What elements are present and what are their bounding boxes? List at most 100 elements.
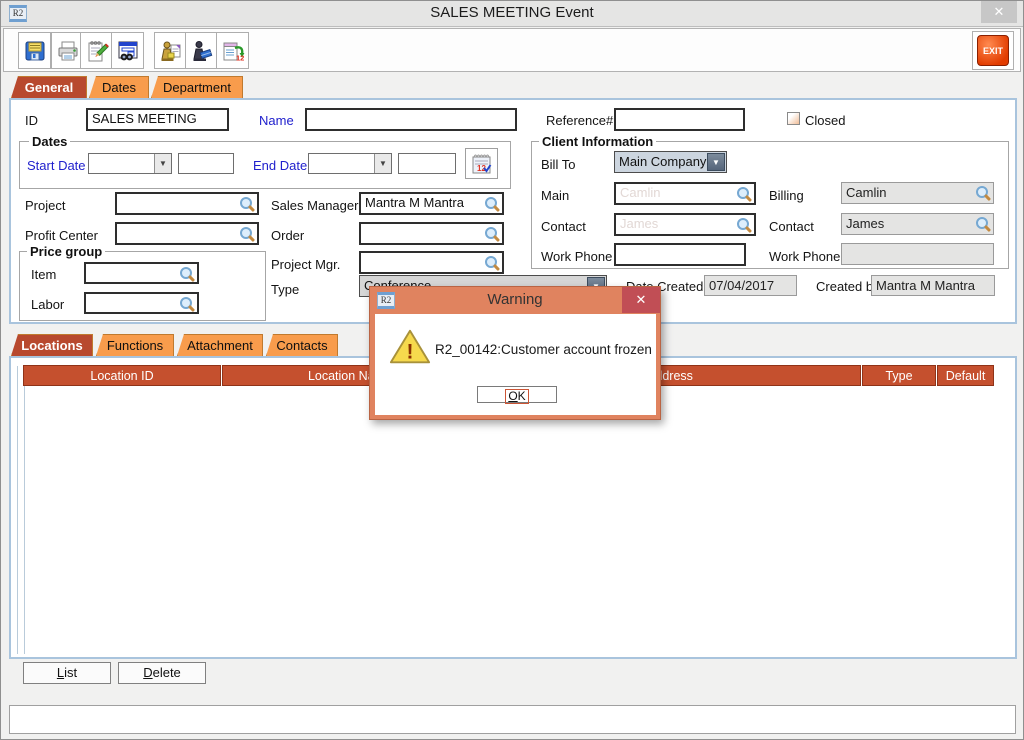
status-bar bbox=[9, 705, 1016, 734]
closed-checkbox[interactable] bbox=[787, 112, 800, 125]
project-mgr-field[interactable] bbox=[359, 251, 504, 274]
contact-report-button[interactable] bbox=[154, 32, 187, 69]
book-button[interactable] bbox=[185, 32, 218, 69]
chevron-down-icon[interactable]: ▼ bbox=[154, 154, 171, 173]
client-info-legend: Client Information bbox=[539, 134, 656, 149]
contact2-label: Contact bbox=[769, 219, 814, 234]
type-label: Type bbox=[271, 282, 299, 297]
search-icon[interactable] bbox=[239, 196, 255, 212]
search-icon[interactable] bbox=[239, 226, 255, 242]
work-phone-field[interactable] bbox=[614, 243, 746, 266]
dialog-close-icon[interactable]: ✕ bbox=[622, 287, 660, 313]
tab-locations[interactable]: Locations bbox=[11, 334, 93, 356]
tab-contacts[interactable]: Contacts bbox=[266, 334, 338, 356]
billing-value: Camlin bbox=[846, 185, 886, 200]
calendar-picker-button[interactable]: 12 bbox=[465, 148, 498, 179]
billing-label: Billing bbox=[769, 188, 804, 203]
query-button[interactable] bbox=[111, 32, 144, 69]
warning-dialog: R2 Warning ✕ ! R2_00142:Customer account… bbox=[369, 286, 661, 420]
toolbar: 12 EXIT bbox=[3, 28, 1021, 72]
window-close-icon[interactable]: ✕ bbox=[981, 1, 1017, 23]
exit-button[interactable]: EXIT bbox=[977, 35, 1009, 66]
work-phone2-field[interactable] bbox=[841, 243, 994, 265]
query-form-icon bbox=[116, 39, 140, 63]
column-header-location-id[interactable]: Location ID bbox=[23, 365, 221, 386]
warning-icon: ! bbox=[389, 328, 431, 366]
edit-button[interactable] bbox=[80, 32, 113, 69]
search-icon[interactable] bbox=[736, 186, 752, 202]
reference-label: Reference# bbox=[546, 113, 613, 128]
project-field[interactable] bbox=[115, 192, 259, 215]
tab-general[interactable]: General bbox=[11, 76, 87, 98]
sales-manager-field[interactable]: Mantra M Mantra bbox=[359, 192, 504, 215]
start-date-combo[interactable]: ▼ bbox=[88, 153, 172, 174]
work-phone-label: Work Phone bbox=[541, 249, 612, 264]
row-header-gutter bbox=[17, 366, 25, 654]
search-icon[interactable] bbox=[736, 217, 752, 233]
labor-field[interactable] bbox=[84, 292, 199, 314]
closed-label: Closed bbox=[805, 113, 845, 128]
dates-legend: Dates bbox=[29, 134, 70, 149]
search-icon[interactable] bbox=[484, 196, 500, 212]
svg-text:12: 12 bbox=[236, 53, 244, 62]
start-time-field[interactable] bbox=[178, 153, 234, 174]
search-icon[interactable] bbox=[179, 296, 195, 312]
bill-to-value: Main Company bbox=[619, 154, 706, 169]
labor-label: Labor bbox=[31, 297, 64, 312]
tab-functions[interactable]: Functions bbox=[96, 334, 174, 356]
reference-field[interactable] bbox=[614, 108, 745, 131]
id-field[interactable]: SALES MEETING bbox=[86, 108, 229, 131]
order-label: Order bbox=[271, 228, 304, 243]
search-icon[interactable] bbox=[975, 185, 991, 201]
column-header-type[interactable]: Type bbox=[862, 365, 936, 386]
save-button[interactable] bbox=[18, 32, 51, 69]
list-button[interactable]: List bbox=[23, 662, 111, 684]
bill-to-label: Bill To bbox=[541, 157, 575, 172]
price-group-legend: Price group bbox=[27, 244, 105, 259]
billing-field[interactable]: Camlin bbox=[841, 182, 994, 204]
name-field[interactable] bbox=[305, 108, 517, 131]
ok-button[interactable]: OK bbox=[477, 386, 557, 403]
column-header-default[interactable]: Default bbox=[937, 365, 994, 386]
delete-button[interactable]: Delete bbox=[118, 662, 206, 684]
search-icon[interactable] bbox=[484, 255, 500, 271]
bill-to-dropdown[interactable]: Main Company ▼ bbox=[614, 151, 727, 173]
main-label: Main bbox=[541, 188, 569, 203]
item-field[interactable] bbox=[84, 262, 199, 284]
dialog-title: Warning bbox=[370, 291, 660, 308]
profit-center-field[interactable] bbox=[115, 222, 259, 245]
project-mgr-label: Project Mgr. bbox=[271, 257, 340, 272]
contact-label: Contact bbox=[541, 219, 586, 234]
order-field[interactable] bbox=[359, 222, 504, 245]
contact-ghost-value: James bbox=[620, 216, 658, 231]
main-field[interactable]: Camlin bbox=[614, 182, 756, 205]
calendar-sync-button[interactable]: 12 bbox=[216, 32, 249, 69]
ok-label: OK bbox=[505, 389, 528, 404]
created-by-field: Mantra M Mantra bbox=[871, 275, 995, 296]
chevron-down-icon[interactable]: ▼ bbox=[374, 154, 391, 173]
project-label: Project bbox=[25, 198, 65, 213]
end-time-field[interactable] bbox=[398, 153, 456, 174]
dialog-message: R2_00142:Customer account frozen bbox=[435, 342, 652, 357]
search-icon[interactable] bbox=[179, 266, 195, 282]
end-date-label: End Date bbox=[253, 158, 307, 173]
date-created-field: 07/04/2017 bbox=[704, 275, 797, 296]
end-date-combo[interactable]: ▼ bbox=[308, 153, 392, 174]
name-label: Name bbox=[259, 113, 294, 128]
tab-department[interactable]: Department bbox=[151, 76, 243, 98]
tab-attachment[interactable]: Attachment bbox=[177, 334, 263, 356]
calendar-sync-icon: 12 bbox=[221, 39, 245, 63]
search-icon[interactable] bbox=[975, 216, 991, 232]
contact2-field[interactable]: James bbox=[841, 213, 994, 235]
person-book-icon bbox=[190, 39, 214, 63]
contact-field[interactable]: James bbox=[614, 213, 756, 236]
item-label: Item bbox=[31, 267, 56, 282]
exit-button-frame: EXIT bbox=[972, 31, 1014, 70]
search-icon[interactable] bbox=[484, 226, 500, 242]
edit-notepad-icon bbox=[85, 39, 109, 63]
dialog-title-bar: R2 Warning ✕ bbox=[370, 287, 660, 314]
app-window: R2 SALES MEETING Event ✕ bbox=[0, 0, 1024, 740]
main-ghost-value: Camlin bbox=[620, 185, 660, 200]
chevron-down-icon[interactable]: ▼ bbox=[707, 153, 725, 171]
tab-dates[interactable]: Dates bbox=[89, 76, 149, 98]
